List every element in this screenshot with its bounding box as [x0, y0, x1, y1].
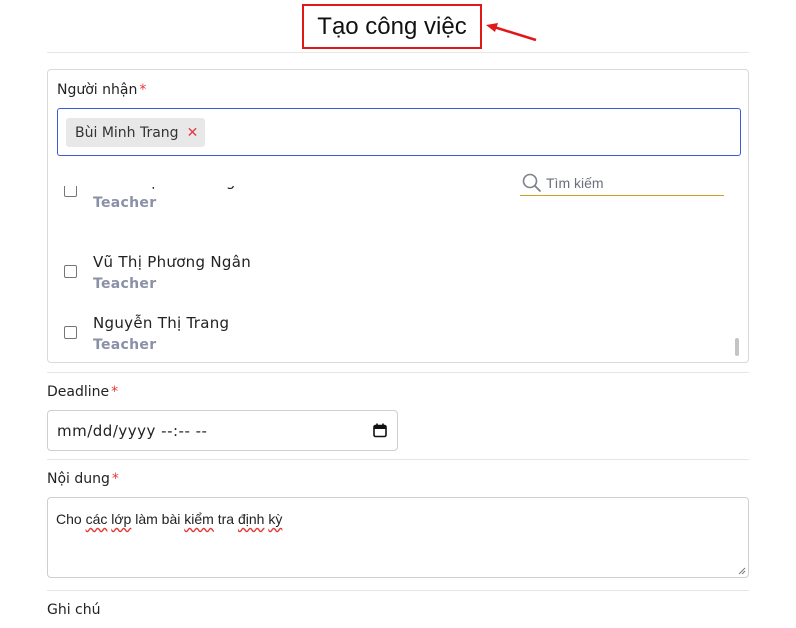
- recipients-label: Người nhận *: [57, 82, 147, 98]
- deadline-value: mm/dd/yyyy --:-- --: [57, 422, 208, 440]
- recipient-role: Teacher: [93, 195, 157, 211]
- recipient-list[interactable]: Kiều Thị Thu Hằng Teacher Vũ Thị Phương …: [48, 178, 748, 362]
- page-title: Tạo công việc: [317, 12, 467, 40]
- page-title-box: Tạo công việc: [302, 4, 482, 49]
- list-item[interactable]: Nguyễn Thị Trang Teacher: [48, 314, 728, 362]
- selected-recipient-tag: Bùi Minh Trang ✕: [66, 118, 206, 147]
- recipients-card: Người nhận* Bùi Minh Trang ✕ Kiều Thị Th…: [47, 69, 749, 363]
- recipient-role: Teacher: [93, 337, 157, 353]
- deadline-datetime-input[interactable]: mm/dd/yyyy --:-- --: [47, 410, 398, 451]
- recipient-name: Nguyễn Thị Trang: [93, 314, 230, 332]
- list-item[interactable]: Vũ Thị Phương Ngân Teacher: [48, 253, 728, 304]
- divider: [47, 590, 749, 591]
- divider: [47, 52, 749, 53]
- content-text: Cho các lớp làm bài kiểm tra định kỳ: [56, 511, 283, 527]
- recipients-tag-input[interactable]: Bùi Minh Trang ✕: [57, 108, 741, 156]
- selected-recipient-name: Bùi Minh Trang: [75, 124, 179, 141]
- content-label: Nội dung *: [47, 471, 119, 487]
- list-scrollbar[interactable]: [735, 338, 739, 356]
- recipient-checkbox[interactable]: [64, 326, 77, 339]
- recipient-name: Vũ Thị Phương Ngân: [93, 253, 252, 271]
- recipient-checkbox[interactable]: [64, 265, 77, 278]
- divider: [47, 459, 749, 460]
- annotation-arrow-icon: [486, 23, 537, 42]
- note-label: Ghi chú: [47, 602, 101, 618]
- recipient-search[interactable]: [520, 171, 724, 196]
- list-clip-mask: [48, 165, 518, 186]
- search-icon: [522, 173, 542, 193]
- calendar-icon[interactable]: [373, 423, 387, 438]
- deadline-label: Deadline *: [47, 384, 119, 400]
- resize-grip-icon[interactable]: [738, 567, 746, 575]
- close-icon[interactable]: ✕: [187, 125, 199, 141]
- divider: [47, 372, 749, 373]
- recipient-role: Teacher: [93, 276, 157, 292]
- content-textarea[interactable]: Cho các lớp làm bài kiểm tra định kỳ: [47, 497, 749, 578]
- search-input[interactable]: [546, 173, 716, 193]
